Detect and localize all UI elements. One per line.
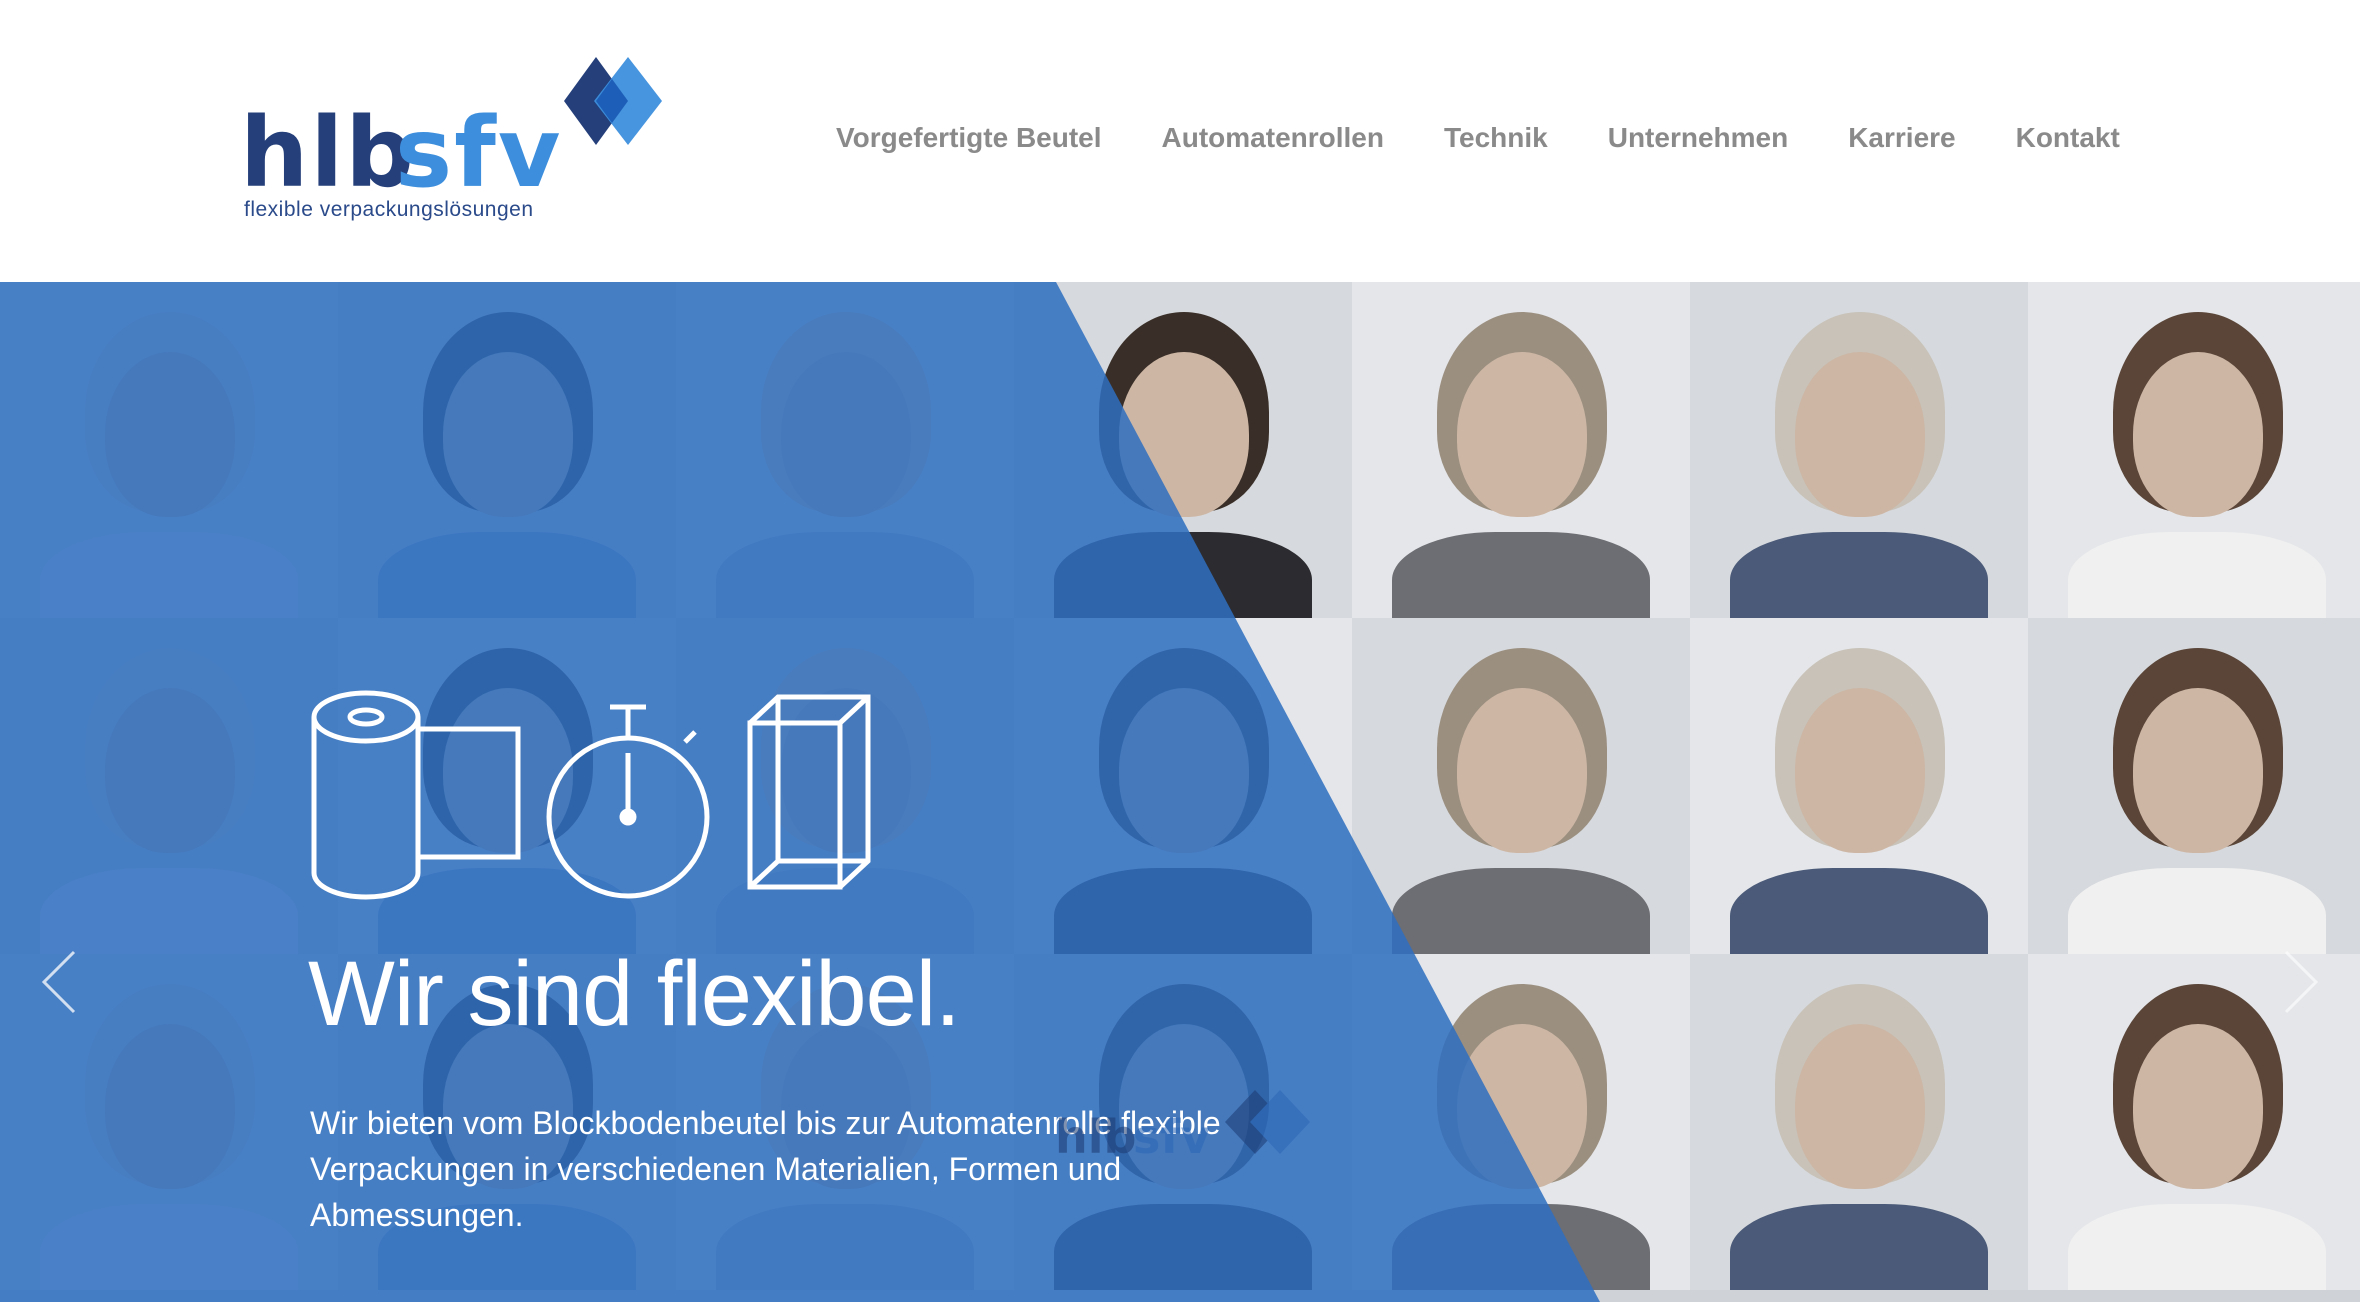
site-header: hlb sfv flexible verpackungslösungen Vor… bbox=[0, 0, 2360, 282]
portrait-tile bbox=[338, 282, 676, 618]
watermark-text-hlb: hlb bbox=[1055, 1110, 1137, 1164]
logo-text-hlb: hlb bbox=[240, 97, 416, 209]
portrait-tile bbox=[1014, 618, 1352, 954]
watermark-logo: hlb sfv bbox=[1055, 1082, 1325, 1182]
portrait-tile bbox=[676, 282, 1014, 618]
slider-next-arrow-icon[interactable] bbox=[2270, 942, 2330, 1022]
hero-title: Wir sind flexibel. bbox=[308, 943, 961, 1045]
portrait-tile bbox=[1690, 618, 2028, 954]
main-nav: Vorgefertigte Beutel Automatenrollen Tec… bbox=[836, 122, 2180, 162]
portrait-tile bbox=[0, 282, 338, 618]
portrait-tile bbox=[1352, 282, 1690, 618]
portrait-tile bbox=[1014, 282, 1352, 618]
portrait-tile bbox=[1352, 618, 1690, 954]
portrait-tile bbox=[2028, 282, 2360, 618]
roll-icon bbox=[311, 690, 521, 900]
nav-kontakt[interactable]: Kontakt bbox=[2016, 122, 2120, 162]
nav-vorgefertigte-beutel[interactable]: Vorgefertigte Beutel bbox=[836, 122, 1102, 162]
nav-unternehmen[interactable]: Unternehmen bbox=[1608, 122, 1788, 162]
watermark-text-sfv: sfv bbox=[1133, 1110, 1211, 1164]
logo[interactable]: hlb sfv flexible verpackungslösungen bbox=[240, 55, 680, 235]
portrait-tile bbox=[1690, 954, 2028, 1290]
slider-prev-arrow-icon[interactable] bbox=[30, 942, 90, 1022]
hero-icons bbox=[311, 690, 871, 900]
hero-slider: Wir sind flexibel. Wir bieten vom Blockb… bbox=[0, 282, 2360, 1302]
portrait-tile bbox=[1352, 954, 1690, 1290]
portrait-tile bbox=[2028, 618, 2360, 954]
portrait-tile bbox=[1690, 282, 2028, 618]
logo-diamond-icon bbox=[564, 57, 662, 145]
nav-automatenrollen[interactable]: Automatenrollen bbox=[1162, 122, 1384, 162]
nav-technik[interactable]: Technik bbox=[1444, 122, 1548, 162]
nav-karriere[interactable]: Karriere bbox=[1848, 122, 1955, 162]
portrait-tile bbox=[0, 618, 338, 954]
stopwatch-icon bbox=[546, 704, 710, 899]
logo-tagline: flexible verpackungslösungen bbox=[244, 198, 534, 221]
box-icon bbox=[747, 694, 871, 890]
logo-text-sfv: sfv bbox=[395, 97, 563, 209]
